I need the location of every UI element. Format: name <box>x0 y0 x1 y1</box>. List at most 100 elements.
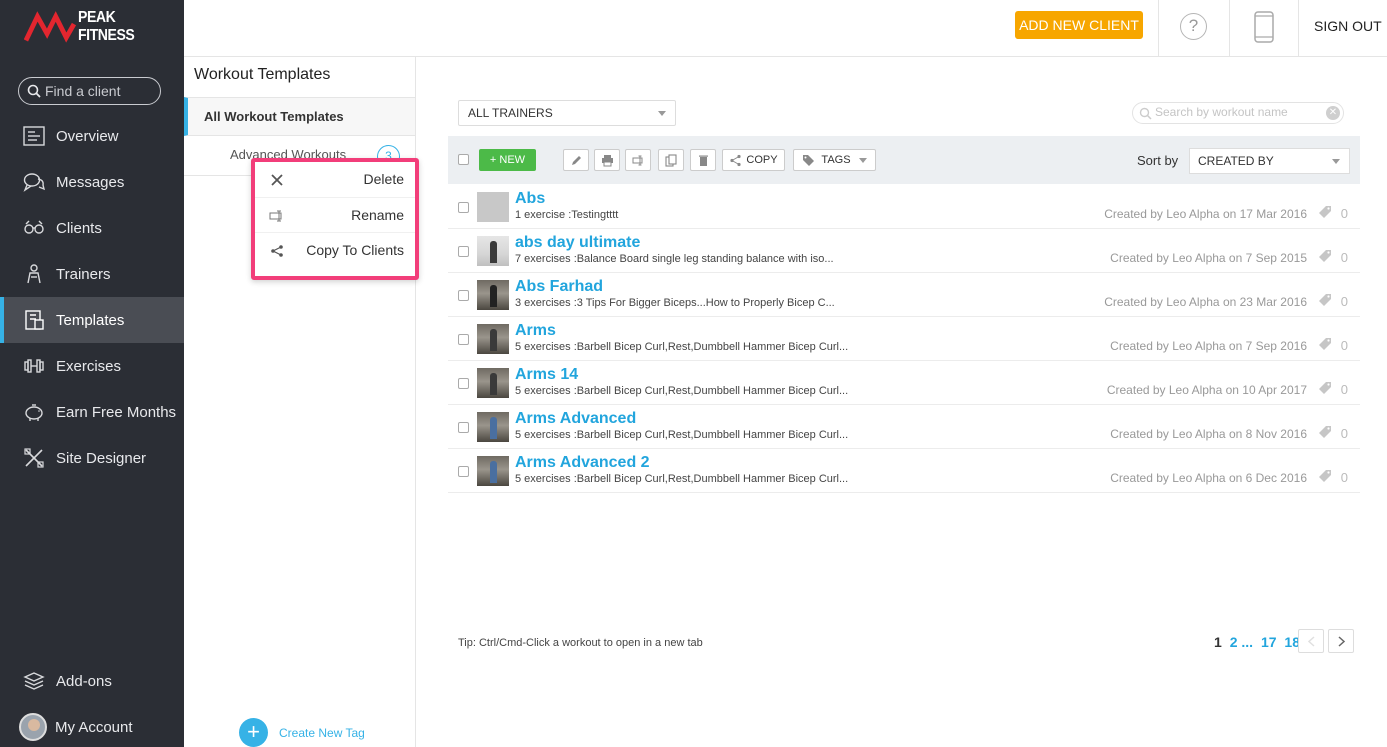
sidebar-item-trainers[interactable]: Trainers <box>0 251 184 297</box>
new-workout-button[interactable]: + NEW <box>479 149 536 171</box>
mobile-phone-icon[interactable] <box>1253 11 1275 43</box>
row-checkbox[interactable] <box>458 334 469 345</box>
workout-created: Created by Leo Alpha on 10 Apr 2017 <box>1106 383 1307 397</box>
rename-icon <box>269 210 282 222</box>
workout-description: 5 exercises :Barbell Bicep Curl,Rest,Dum… <box>515 341 849 353</box>
sign-out-link[interactable]: SIGN OUT <box>1314 18 1382 34</box>
search-icon <box>27 84 41 98</box>
context-menu-copy-to-clients[interactable]: Copy To Clients <box>255 232 415 267</box>
select-all-checkbox[interactable] <box>458 154 469 165</box>
workout-name-link[interactable]: abs day ultimate <box>515 234 640 252</box>
workout-row[interactable]: abs day ultimate 7 exercises :Balance Bo… <box>448 229 1360 273</box>
folder-all-workout-templates[interactable]: All Workout Templates <box>184 97 415 136</box>
context-menu-rename[interactable]: Rename <box>255 197 415 232</box>
workout-tag-count: 0 <box>1340 470 1348 485</box>
workout-search[interactable]: ✕ <box>1132 102 1344 124</box>
workout-list: Abs 1 exercise :Testingtttt Created by L… <box>448 185 1360 493</box>
sidebar-item-templates[interactable]: Templates <box>0 297 184 343</box>
chevron-right-icon <box>1338 636 1346 647</box>
workout-name-link[interactable]: Abs Farhad <box>515 278 603 296</box>
context-menu-label: Delete <box>363 171 404 187</box>
workout-row[interactable]: Arms 5 exercises :Barbell Bicep Curl,Res… <box>448 317 1360 361</box>
sidebar-bottom: Add-ons My Account <box>0 658 184 747</box>
create-new-tag[interactable]: + Create New Tag <box>239 718 365 747</box>
workout-thumbnail <box>477 236 509 266</box>
row-checkbox[interactable] <box>458 202 469 213</box>
row-checkbox[interactable] <box>458 246 469 257</box>
clear-search-icon[interactable]: ✕ <box>1326 106 1340 120</box>
next-page-button[interactable] <box>1328 629 1354 653</box>
tag-icon <box>1319 250 1331 262</box>
logo[interactable]: PEAK FITNESS <box>24 9 184 44</box>
sidebar-item-label: My Account <box>55 718 133 736</box>
row-checkbox[interactable] <box>458 378 469 389</box>
sidebar-nav: Overview Messages Clients Trainers Templ… <box>0 113 184 481</box>
print-button[interactable] <box>594 149 620 171</box>
sidebar-item-my-account[interactable]: My Account <box>0 704 184 747</box>
workout-description: 5 exercises :Barbell Bicep Curl,Rest,Dum… <box>515 429 849 441</box>
tag-icon <box>1319 294 1331 306</box>
workout-tag-count: 0 <box>1340 250 1348 265</box>
duplicate-button[interactable] <box>658 149 684 171</box>
tag-icon <box>1319 382 1331 394</box>
tag-icon <box>803 154 815 166</box>
add-new-client-button[interactable]: ADD NEW CLIENT <box>1015 11 1143 39</box>
workout-name-link[interactable]: Arms Advanced <box>515 410 636 428</box>
row-checkbox[interactable] <box>458 290 469 301</box>
app-root: PEAK FITNESS Overview Messages Clients T… <box>0 0 1387 747</box>
page-link[interactable]: 17 <box>1261 634 1277 650</box>
page-ellipsis: ... <box>1241 634 1254 650</box>
sidebar-item-site-designer[interactable]: Site Designer <box>0 435 184 481</box>
sidebar-item-exercises[interactable]: Exercises <box>0 343 184 389</box>
client-search[interactable] <box>18 77 161 105</box>
sidebar-item-add-ons[interactable]: Add-ons <box>0 658 184 704</box>
row-checkbox[interactable] <box>458 466 469 477</box>
tag-icon <box>1319 470 1331 482</box>
sidebar-item-label: Clients <box>56 219 102 237</box>
sort-by-select[interactable]: CREATED BY <box>1189 148 1350 174</box>
overview-icon <box>22 125 46 147</box>
sidebar-item-overview[interactable]: Overview <box>0 113 184 159</box>
workout-description: 5 exercises :Barbell Bicep Curl,Rest,Dum… <box>515 385 849 397</box>
sidebar-item-label: Add-ons <box>56 672 112 690</box>
trainers-icon <box>22 263 46 285</box>
rename-icon <box>632 155 642 165</box>
workout-row[interactable]: Arms 14 5 exercises :Barbell Bicep Curl,… <box>448 361 1360 405</box>
avatar <box>19 713 47 741</box>
help-icon[interactable]: ? <box>1180 13 1207 40</box>
prev-page-button[interactable] <box>1298 629 1324 653</box>
trash-icon <box>698 155 708 166</box>
dumbbell-icon <box>22 355 46 377</box>
workout-name-link[interactable]: Arms Advanced 2 <box>515 454 650 472</box>
workout-name-link[interactable]: Arms 14 <box>515 366 578 384</box>
workout-search-input[interactable] <box>1155 105 1320 119</box>
trainer-filter-select[interactable]: ALL TRAINERS <box>458 100 676 126</box>
sidebar-item-messages[interactable]: Messages <box>0 159 184 205</box>
workout-name-link[interactable]: Arms <box>515 322 556 340</box>
pagination: 1 2 ... 17 18 <box>1214 634 1300 650</box>
delete-button[interactable] <box>690 149 716 171</box>
copy-button[interactable]: COPY <box>722 149 785 171</box>
trainer-filter-value: ALL TRAINERS <box>468 106 553 120</box>
plus-icon: + <box>489 154 500 166</box>
workout-row[interactable]: Abs 1 exercise :Testingtttt Created by L… <box>448 185 1360 229</box>
divider <box>1158 0 1159 56</box>
sidebar-item-clients[interactable]: Clients <box>0 205 184 251</box>
rename-button[interactable] <box>625 149 651 171</box>
page-current: 1 <box>1214 634 1222 650</box>
panel-title: Workout Templates <box>194 66 331 83</box>
tags-button[interactable]: TAGS <box>793 149 876 171</box>
workout-description: 5 exercises :Barbell Bicep Curl,Rest,Dum… <box>515 473 849 485</box>
workout-row[interactable]: Arms Advanced 5 exercises :Barbell Bicep… <box>448 405 1360 449</box>
share-icon <box>730 154 742 166</box>
workout-row[interactable]: Arms Advanced 2 5 exercises :Barbell Bic… <box>448 449 1360 493</box>
client-search-input[interactable] <box>45 83 155 99</box>
page-link[interactable]: 2 <box>1230 634 1238 650</box>
workout-name-link[interactable]: Abs <box>515 190 545 208</box>
tag-icon <box>1319 206 1331 218</box>
row-checkbox[interactable] <box>458 422 469 433</box>
edit-button[interactable] <box>563 149 589 171</box>
sidebar-item-earn-free-months[interactable]: Earn Free Months <box>0 389 184 435</box>
workout-row[interactable]: Abs Farhad 3 exercises :3 Tips For Bigge… <box>448 273 1360 317</box>
context-menu-delete[interactable]: Delete <box>255 162 415 197</box>
